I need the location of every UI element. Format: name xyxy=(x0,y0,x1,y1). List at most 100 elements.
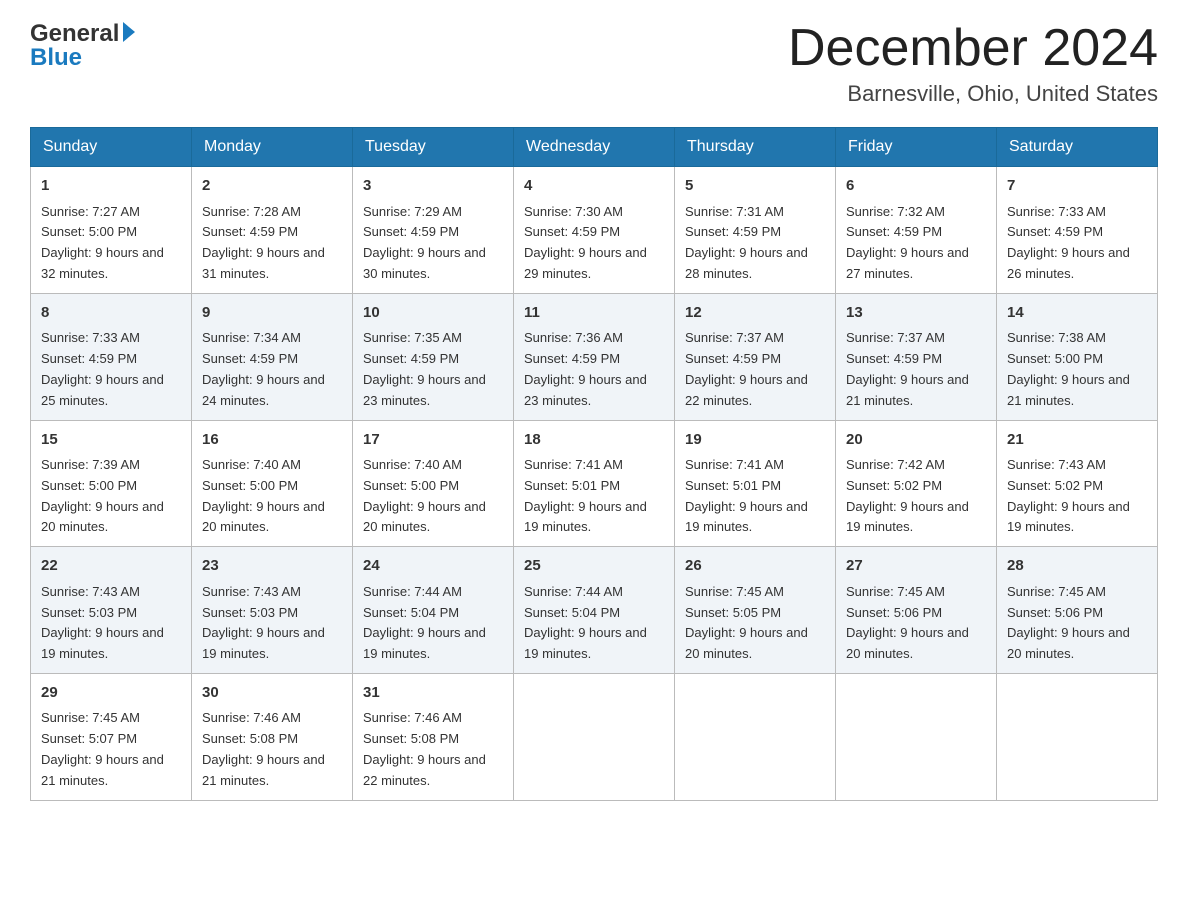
page-header: General Blue December 2024 Barnesville, … xyxy=(30,20,1158,107)
calendar-cell: 7 Sunrise: 7:33 AMSunset: 4:59 PMDayligh… xyxy=(997,167,1158,294)
day-info: Sunrise: 7:42 AMSunset: 5:02 PMDaylight:… xyxy=(846,457,969,534)
day-number: 10 xyxy=(363,302,503,325)
calendar-cell: 31 Sunrise: 7:46 AMSunset: 5:08 PMDaylig… xyxy=(353,673,514,800)
day-number: 6 xyxy=(846,175,986,198)
day-number: 20 xyxy=(846,429,986,452)
day-number: 30 xyxy=(202,682,342,705)
week-row-4: 22 Sunrise: 7:43 AMSunset: 5:03 PMDaylig… xyxy=(31,547,1158,674)
location-title: Barnesville, Ohio, United States xyxy=(788,81,1158,107)
calendar-cell: 2 Sunrise: 7:28 AMSunset: 4:59 PMDayligh… xyxy=(192,167,353,294)
calendar-cell xyxy=(675,673,836,800)
day-number: 27 xyxy=(846,555,986,578)
day-number: 11 xyxy=(524,302,664,325)
day-number: 13 xyxy=(846,302,986,325)
day-info: Sunrise: 7:33 AMSunset: 4:59 PMDaylight:… xyxy=(1007,204,1130,281)
day-info: Sunrise: 7:37 AMSunset: 4:59 PMDaylight:… xyxy=(685,330,808,407)
logo: General Blue xyxy=(30,20,135,72)
day-number: 5 xyxy=(685,175,825,198)
calendar-cell: 10 Sunrise: 7:35 AMSunset: 4:59 PMDaylig… xyxy=(353,293,514,420)
logo-flag-icon xyxy=(123,22,135,42)
header-day-wednesday: Wednesday xyxy=(514,128,675,167)
day-number: 18 xyxy=(524,429,664,452)
day-info: Sunrise: 7:34 AMSunset: 4:59 PMDaylight:… xyxy=(202,330,325,407)
header-day-thursday: Thursday xyxy=(675,128,836,167)
calendar-cell: 27 Sunrise: 7:45 AMSunset: 5:06 PMDaylig… xyxy=(836,547,997,674)
day-info: Sunrise: 7:33 AMSunset: 4:59 PMDaylight:… xyxy=(41,330,164,407)
header-day-friday: Friday xyxy=(836,128,997,167)
calendar-cell: 30 Sunrise: 7:46 AMSunset: 5:08 PMDaylig… xyxy=(192,673,353,800)
day-info: Sunrise: 7:28 AMSunset: 4:59 PMDaylight:… xyxy=(202,204,325,281)
calendar-cell: 21 Sunrise: 7:43 AMSunset: 5:02 PMDaylig… xyxy=(997,420,1158,547)
calendar-table: SundayMondayTuesdayWednesdayThursdayFrid… xyxy=(30,127,1158,800)
day-number: 4 xyxy=(524,175,664,198)
day-info: Sunrise: 7:43 AMSunset: 5:03 PMDaylight:… xyxy=(202,584,325,661)
day-info: Sunrise: 7:41 AMSunset: 5:01 PMDaylight:… xyxy=(685,457,808,534)
calendar-cell: 18 Sunrise: 7:41 AMSunset: 5:01 PMDaylig… xyxy=(514,420,675,547)
day-info: Sunrise: 7:40 AMSunset: 5:00 PMDaylight:… xyxy=(363,457,486,534)
day-number: 24 xyxy=(363,555,503,578)
calendar-cell: 9 Sunrise: 7:34 AMSunset: 4:59 PMDayligh… xyxy=(192,293,353,420)
day-info: Sunrise: 7:41 AMSunset: 5:01 PMDaylight:… xyxy=(524,457,647,534)
week-row-5: 29 Sunrise: 7:45 AMSunset: 5:07 PMDaylig… xyxy=(31,673,1158,800)
week-row-1: 1 Sunrise: 7:27 AMSunset: 5:00 PMDayligh… xyxy=(31,167,1158,294)
day-info: Sunrise: 7:44 AMSunset: 5:04 PMDaylight:… xyxy=(524,584,647,661)
day-info: Sunrise: 7:32 AMSunset: 4:59 PMDaylight:… xyxy=(846,204,969,281)
day-number: 17 xyxy=(363,429,503,452)
day-number: 19 xyxy=(685,429,825,452)
day-info: Sunrise: 7:46 AMSunset: 5:08 PMDaylight:… xyxy=(363,710,486,787)
day-info: Sunrise: 7:43 AMSunset: 5:03 PMDaylight:… xyxy=(41,584,164,661)
header-day-sunday: Sunday xyxy=(31,128,192,167)
day-number: 21 xyxy=(1007,429,1147,452)
day-number: 22 xyxy=(41,555,181,578)
calendar-cell: 25 Sunrise: 7:44 AMSunset: 5:04 PMDaylig… xyxy=(514,547,675,674)
day-info: Sunrise: 7:44 AMSunset: 5:04 PMDaylight:… xyxy=(363,584,486,661)
day-number: 15 xyxy=(41,429,181,452)
calendar-cell: 19 Sunrise: 7:41 AMSunset: 5:01 PMDaylig… xyxy=(675,420,836,547)
week-row-2: 8 Sunrise: 7:33 AMSunset: 4:59 PMDayligh… xyxy=(31,293,1158,420)
day-info: Sunrise: 7:37 AMSunset: 4:59 PMDaylight:… xyxy=(846,330,969,407)
calendar-cell: 26 Sunrise: 7:45 AMSunset: 5:05 PMDaylig… xyxy=(675,547,836,674)
month-title: December 2024 xyxy=(788,20,1158,77)
header-day-monday: Monday xyxy=(192,128,353,167)
day-info: Sunrise: 7:35 AMSunset: 4:59 PMDaylight:… xyxy=(363,330,486,407)
header-day-tuesday: Tuesday xyxy=(353,128,514,167)
calendar-cell: 4 Sunrise: 7:30 AMSunset: 4:59 PMDayligh… xyxy=(514,167,675,294)
calendar-cell: 6 Sunrise: 7:32 AMSunset: 4:59 PMDayligh… xyxy=(836,167,997,294)
day-info: Sunrise: 7:45 AMSunset: 5:05 PMDaylight:… xyxy=(685,584,808,661)
day-info: Sunrise: 7:45 AMSunset: 5:07 PMDaylight:… xyxy=(41,710,164,787)
calendar-cell: 8 Sunrise: 7:33 AMSunset: 4:59 PMDayligh… xyxy=(31,293,192,420)
day-number: 1 xyxy=(41,175,181,198)
calendar-cell: 12 Sunrise: 7:37 AMSunset: 4:59 PMDaylig… xyxy=(675,293,836,420)
calendar-cell: 3 Sunrise: 7:29 AMSunset: 4:59 PMDayligh… xyxy=(353,167,514,294)
day-info: Sunrise: 7:30 AMSunset: 4:59 PMDaylight:… xyxy=(524,204,647,281)
calendar-cell: 28 Sunrise: 7:45 AMSunset: 5:06 PMDaylig… xyxy=(997,547,1158,674)
day-number: 12 xyxy=(685,302,825,325)
day-info: Sunrise: 7:36 AMSunset: 4:59 PMDaylight:… xyxy=(524,330,647,407)
day-info: Sunrise: 7:31 AMSunset: 4:59 PMDaylight:… xyxy=(685,204,808,281)
day-info: Sunrise: 7:40 AMSunset: 5:00 PMDaylight:… xyxy=(202,457,325,534)
calendar-cell: 11 Sunrise: 7:36 AMSunset: 4:59 PMDaylig… xyxy=(514,293,675,420)
header-row: SundayMondayTuesdayWednesdayThursdayFrid… xyxy=(31,128,1158,167)
calendar-cell: 20 Sunrise: 7:42 AMSunset: 5:02 PMDaylig… xyxy=(836,420,997,547)
week-row-3: 15 Sunrise: 7:39 AMSunset: 5:00 PMDaylig… xyxy=(31,420,1158,547)
day-info: Sunrise: 7:38 AMSunset: 5:00 PMDaylight:… xyxy=(1007,330,1130,407)
day-number: 26 xyxy=(685,555,825,578)
calendar-cell: 14 Sunrise: 7:38 AMSunset: 5:00 PMDaylig… xyxy=(997,293,1158,420)
day-number: 16 xyxy=(202,429,342,452)
day-number: 25 xyxy=(524,555,664,578)
day-number: 9 xyxy=(202,302,342,325)
calendar-cell: 13 Sunrise: 7:37 AMSunset: 4:59 PMDaylig… xyxy=(836,293,997,420)
day-number: 8 xyxy=(41,302,181,325)
calendar-cell: 23 Sunrise: 7:43 AMSunset: 5:03 PMDaylig… xyxy=(192,547,353,674)
calendar-cell: 16 Sunrise: 7:40 AMSunset: 5:00 PMDaylig… xyxy=(192,420,353,547)
calendar-cell: 22 Sunrise: 7:43 AMSunset: 5:03 PMDaylig… xyxy=(31,547,192,674)
day-info: Sunrise: 7:43 AMSunset: 5:02 PMDaylight:… xyxy=(1007,457,1130,534)
day-number: 14 xyxy=(1007,302,1147,325)
calendar-cell: 5 Sunrise: 7:31 AMSunset: 4:59 PMDayligh… xyxy=(675,167,836,294)
calendar-cell xyxy=(836,673,997,800)
calendar-cell xyxy=(514,673,675,800)
day-info: Sunrise: 7:27 AMSunset: 5:00 PMDaylight:… xyxy=(41,204,164,281)
calendar-cell: 29 Sunrise: 7:45 AMSunset: 5:07 PMDaylig… xyxy=(31,673,192,800)
day-number: 3 xyxy=(363,175,503,198)
calendar-cell: 17 Sunrise: 7:40 AMSunset: 5:00 PMDaylig… xyxy=(353,420,514,547)
